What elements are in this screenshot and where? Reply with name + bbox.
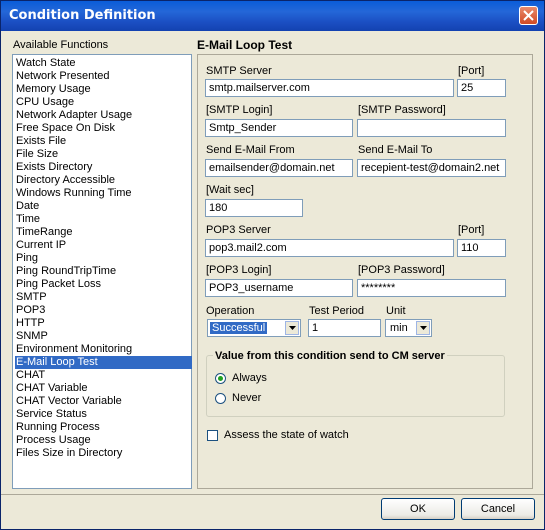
smtp-login-label: [SMTP Login] [206,104,273,116]
list-item[interactable]: Memory Usage [15,83,192,96]
pop3-login-input[interactable]: POP3_username [205,279,353,297]
unit-select[interactable]: min [385,319,432,337]
list-item[interactable]: Environment Monitoring [15,343,192,356]
ok-button[interactable]: OK [381,498,455,520]
list-item[interactable]: Network Presented [15,70,192,83]
available-functions-label: Available Functions [13,39,109,51]
list-item[interactable]: CHAT Vector Variable [15,395,192,408]
smtp-login-input[interactable]: Smtp_Sender [205,119,353,137]
cancel-button[interactable]: Cancel [461,498,535,520]
list-item[interactable]: TimeRange [15,226,192,239]
smtp-password-label: [SMTP Password] [358,104,446,116]
pop3-password-input[interactable]: ******** [357,279,506,297]
bottom-separator [1,494,544,495]
condition-definition-window: Condition Definition Available Functions… [0,0,545,530]
always-radio[interactable] [215,373,226,384]
list-item[interactable]: CHAT [15,369,192,382]
list-item[interactable]: Files Size in Directory [15,447,192,460]
list-item[interactable]: Watch State [15,57,192,70]
pop3-port-input[interactable]: 110 [457,239,506,257]
pop3-port-label: [Port] [458,224,485,236]
list-item[interactable]: CPU Usage [15,96,192,109]
list-item[interactable]: CHAT Variable [15,382,192,395]
chevron-down-icon [420,326,427,330]
smtp-server-label: SMTP Server [206,65,272,77]
unit-value: min [390,322,408,334]
test-period-label: Test Period [309,305,365,317]
list-item[interactable]: Ping Packet Loss [15,278,192,291]
test-period-input[interactable]: 1 [308,319,381,337]
pop3-server-input[interactable]: pop3.mail2.com [205,239,454,257]
smtp-port-label: [Port] [458,65,485,77]
always-radio-label[interactable]: Always [232,372,267,384]
title-bar[interactable]: Condition Definition [1,1,544,31]
list-item[interactable]: Exists Directory [15,161,192,174]
list-item[interactable]: Ping RoundTripTime [15,265,192,278]
list-item[interactable]: File Size [15,148,192,161]
list-item[interactable]: Directory Accessible [15,174,192,187]
smtp-password-input[interactable] [357,119,506,137]
functions-list[interactable]: Watch State Network Presented Memory Usage… [12,54,192,489]
list-item[interactable]: Ping [15,252,192,265]
operation-dropdown-button[interactable] [285,321,299,335]
send-to-input[interactable]: recepient-test@domain2.net [357,159,506,177]
unit-label: Unit [386,305,406,317]
list-item[interactable]: Service Status [15,408,192,421]
list-item[interactable]: Date [15,200,192,213]
assess-checkbox[interactable] [207,430,218,441]
window-title: Condition Definition [9,8,156,23]
list-item[interactable]: Running Process [15,421,192,434]
list-item[interactable]: Free Space On Disk [15,122,192,135]
pop3-server-label: POP3 Server [206,224,271,236]
send-from-input[interactable]: emailsender@domain.net [205,159,353,177]
list-item[interactable]: E-Mail Loop Test [15,356,192,369]
list-item[interactable]: SMTP [15,291,192,304]
never-radio-label[interactable]: Never [232,392,261,404]
close-button[interactable] [519,6,538,25]
pop3-login-label: [POP3 Login] [206,264,272,276]
list-item[interactable]: Time [15,213,192,226]
unit-dropdown-button[interactable] [416,321,430,335]
operation-value: Successful [210,322,268,334]
assess-checkbox-label[interactable]: Assess the state of watch [224,429,349,441]
list-item[interactable]: POP3 [15,304,192,317]
radio-selected-dot [218,376,223,381]
list-item[interactable]: Network Adapter Usage [15,109,192,122]
chevron-down-icon [289,326,296,330]
pop3-password-label: [POP3 Password] [358,264,445,276]
send-value-group-title: Value from this condition send to CM ser… [213,350,447,362]
wait-input[interactable]: 180 [205,199,303,217]
operation-select[interactable]: Successful [207,319,301,337]
list-item[interactable]: HTTP [15,317,192,330]
list-item[interactable]: Current IP [15,239,192,252]
smtp-server-input[interactable]: smtp.mailserver.com [205,79,454,97]
close-icon [523,10,534,21]
send-value-group [206,355,505,417]
send-from-label: Send E-Mail From [206,144,295,156]
send-to-label: Send E-Mail To [358,144,433,156]
wait-label: [Wait sec] [206,184,254,196]
list-item[interactable]: Windows Running Time [15,187,192,200]
operation-label: Operation [206,305,255,317]
smtp-port-input[interactable]: 25 [457,79,506,97]
list-item[interactable]: SNMP [15,330,192,343]
list-item[interactable]: Exists File [15,135,192,148]
section-title: E-Mail Loop Test [197,38,293,52]
list-item[interactable]: Process Usage [15,434,192,447]
never-radio[interactable] [215,393,226,404]
